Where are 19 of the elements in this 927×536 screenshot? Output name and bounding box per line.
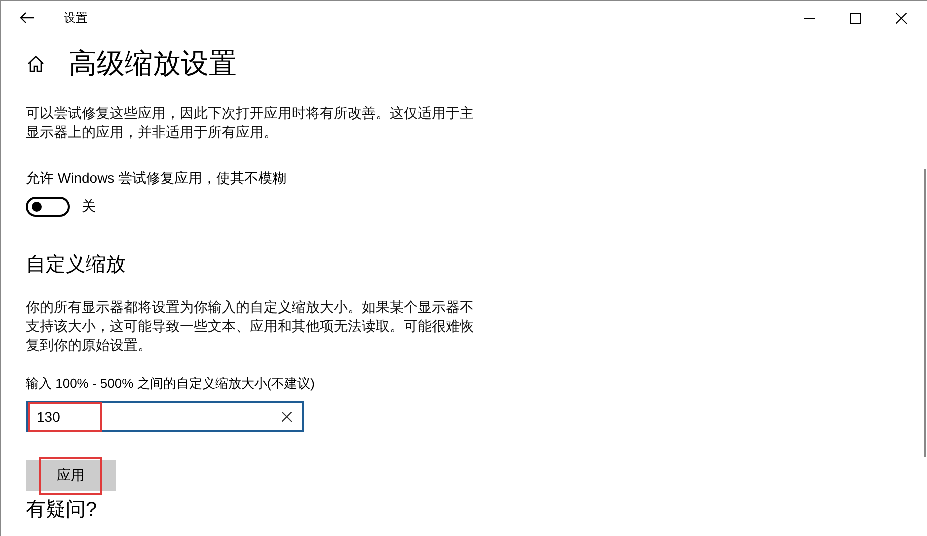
scale-input-field[interactable]: 130 <box>26 401 304 432</box>
field-label: 输入 100% - 500% 之间的自定义缩放大小(不建议) <box>26 375 316 393</box>
toggle-state: 关 <box>82 198 96 216</box>
description-text: 你的所有显示器都将设置为你输入的自定义缩放大小。如果某个显示器不支持该大小，这可能导致一些文本、应用和其他项无法读取。可能很难恢复到你的原始设置。 <box>26 298 475 355</box>
back-icon[interactable] <box>20 12 34 24</box>
window-title: 设置 <box>64 10 88 26</box>
description-text: 可以尝试修复这些应用，因此下次打开应用时将有所改善。这仅适用于主显示器上的应用，并非适用于所有应用。 <box>26 104 475 142</box>
close-icon[interactable] <box>896 12 907 24</box>
section-heading: 有疑问? <box>26 499 98 521</box>
field-value: 130 <box>37 408 60 424</box>
toggle-label: 允许 Windows 尝试修复应用，使其不模糊 <box>26 170 288 188</box>
page-title: 高级缩放设置 <box>69 47 237 81</box>
apply-button[interactable]: 应用 <box>26 460 116 491</box>
maximize-icon[interactable] <box>850 12 861 24</box>
section-heading: 自定义缩放 <box>26 253 127 278</box>
scrollbar[interactable] <box>924 169 926 457</box>
home-icon[interactable] <box>27 55 45 73</box>
clear-icon[interactable] <box>282 412 292 422</box>
toggle-switch[interactable] <box>26 197 70 217</box>
